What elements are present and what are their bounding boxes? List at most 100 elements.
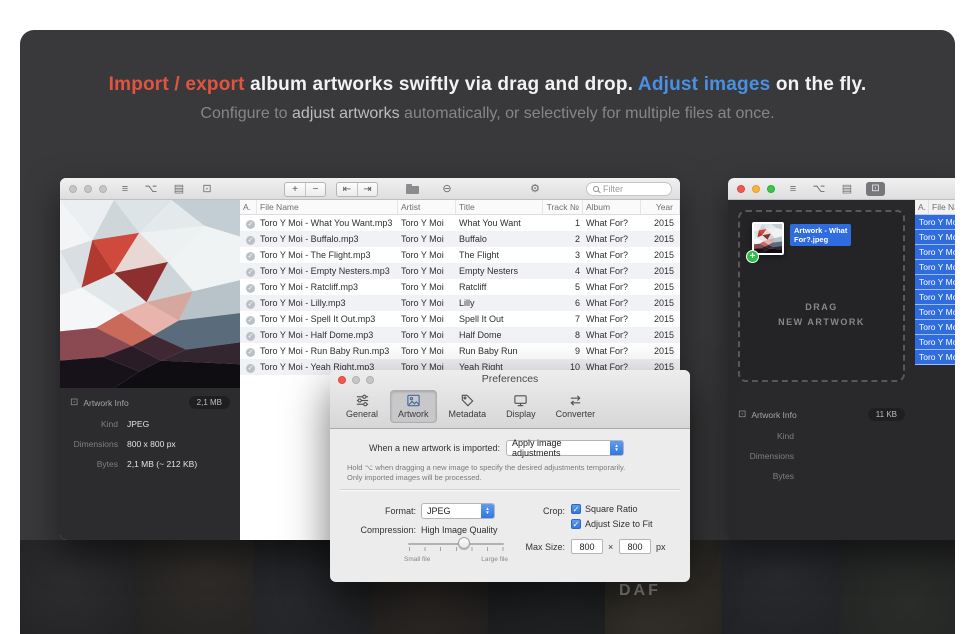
selected-file-row[interactable]: Toro Y Moi - Lilly.mp3 [915, 290, 955, 305]
filter-field[interactable]: Filter [586, 182, 672, 196]
folder-icon[interactable] [406, 186, 419, 194]
artwork-info-row: Kind JPEG [70, 419, 230, 429]
redo-button[interactable]: ⇥ [357, 183, 377, 196]
close-button[interactable] [69, 185, 77, 193]
col-a[interactable]: A. [240, 200, 257, 214]
add-remove-segment: + − [284, 182, 326, 197]
close-button[interactable] [737, 185, 745, 193]
artwork-drop-zone[interactable]: DRAG NEW ARTWORK + Artwork - What For?.j… [738, 210, 905, 382]
minimize-button[interactable] [84, 185, 92, 193]
table-row[interactable]: ✓ Toro Y Moi - Ratcliff.mp3 Toro Y Moi R… [240, 279, 680, 295]
tab-metadata[interactable]: Metadata [441, 390, 495, 423]
col-file-name[interactable]: File Name [929, 200, 955, 214]
table-header: A. File Name Artist Title Track № Album … [240, 200, 680, 215]
list-view-icon[interactable]: ≡ [784, 178, 802, 200]
table-row[interactable]: ✓ Toro Y Moi - Empty Nesters.mp3 Toro Y … [240, 263, 680, 279]
slider-knob[interactable] [458, 537, 470, 549]
selected-file-row[interactable]: Toro Y Moi - Ratcliff.mp3 [915, 275, 955, 290]
col-file-name[interactable]: File Name [257, 200, 398, 214]
headline: Import / export album artworks swiftly v… [20, 74, 955, 96]
crop-option-square[interactable]: ✓ Square Ratio [571, 504, 638, 514]
zoom-button[interactable] [767, 185, 775, 193]
selected-file-row[interactable]: Toro Y Moi - Buffalo.mp3 [915, 230, 955, 245]
artwork-panel-icon[interactable]: ⊡ [198, 178, 216, 200]
help-text: Hold ⌥ when dragging a new image to spec… [347, 463, 676, 483]
right-window-body: DRAG NEW ARTWORK + Artwork - What For?.j… [728, 200, 955, 540]
checkbox-checked[interactable]: ✓ [571, 504, 581, 514]
imported-popup[interactable]: Apply image adjustments ▲▼ [506, 440, 624, 456]
saved-check-icon: ✓ [246, 300, 255, 309]
gear-icon[interactable]: ⚙ [526, 178, 544, 200]
col-year[interactable]: Year [641, 200, 680, 214]
window-title: Preferences [330, 370, 690, 389]
selected-file-row[interactable]: Toro Y Moi - Yeah Right.mp3 [915, 350, 955, 365]
col-a[interactable]: A. [915, 200, 929, 214]
table-row[interactable]: ✓ Toro Y Moi - Buffalo.mp3 Toro Y Moi Bu… [240, 231, 680, 247]
tab-display[interactable]: Display [498, 390, 544, 423]
selected-file-row[interactable]: Toro Y Moi - The Flight.mp3 [915, 245, 955, 260]
max-height-field[interactable]: 800 [619, 539, 651, 554]
saved-check-icon: ✓ [246, 252, 255, 261]
saved-check-icon: ✓ [246, 220, 255, 229]
selected-file-row[interactable]: Toro Y Moi - Empty Nesters.mp3 [915, 260, 955, 275]
faded-album-text: DAF [619, 582, 661, 600]
selected-file-row[interactable]: Toro Y Moi - What You Want.mp3 [915, 215, 955, 230]
col-artist[interactable]: Artist [398, 200, 456, 214]
headline-accent-red: Import / export [109, 74, 245, 95]
rename-actions-icon[interactable]: ⌥ [142, 178, 160, 200]
crop-option-fit[interactable]: ✓ Adjust Size to Fit [571, 519, 653, 529]
imported-label: When a new artwork is imported: [330, 443, 500, 453]
remove-files-button[interactable]: − [305, 183, 325, 196]
checkbox-checked[interactable]: ✓ [571, 519, 581, 529]
undo-redo-segment: ⇤ ⇥ [336, 182, 378, 197]
undo-button[interactable]: ⇤ [337, 183, 357, 196]
tab-artwork[interactable]: Artwork [390, 390, 437, 423]
minimize-button[interactable] [752, 185, 760, 193]
convert-arrows-icon [568, 393, 583, 408]
tab-general[interactable]: General [338, 390, 386, 423]
col-track[interactable]: Track № [543, 200, 583, 214]
artwork-preview[interactable] [60, 200, 240, 388]
table-row[interactable]: ✓ Toro Y Moi - What You Want.mp3 Toro Y … [240, 215, 680, 231]
dragged-file-label: Artwork - What For?.jpeg [790, 224, 851, 246]
table-row[interactable]: ✓ Toro Y Moi - Run Baby Run.mp3 Toro Y M… [240, 343, 680, 359]
eject-icon[interactable]: ⊖ [438, 178, 456, 200]
headline-accent-blue: Adjust images [638, 74, 770, 95]
col-title[interactable]: Title [456, 200, 543, 214]
drop-zone-hint: DRAG NEW ARTWORK [740, 300, 903, 330]
max-width-field[interactable]: 800 [571, 539, 603, 554]
zoom-button[interactable] [366, 376, 374, 384]
table-row[interactable]: ✓ Toro Y Moi - Spell It Out.mp3 Toro Y M… [240, 311, 680, 327]
artwork-drop-column: DRAG NEW ARTWORK + Artwork - What For?.j… [728, 200, 915, 540]
selected-file-row[interactable]: Toro Y Moi - Half Dome.mp3 [915, 320, 955, 335]
table-row[interactable]: ✓ Toro Y Moi - Half Dome.mp3 Toro Y Moi … [240, 327, 680, 343]
dragged-artwork-thumbnail[interactable] [752, 222, 784, 255]
artwork-thumbnail-image [754, 224, 782, 253]
selected-file-row[interactable]: Toro Y Moi - Spell It Out.mp3 [915, 305, 955, 320]
metadata-panel-icon[interactable]: ▤ [838, 178, 856, 200]
divider [340, 489, 680, 491]
zoom-button[interactable] [99, 185, 107, 193]
selected-file-row[interactable]: Toro Y Moi - Run Baby Run.mp3 [915, 335, 955, 350]
rename-actions-icon[interactable]: ⌥ [810, 178, 828, 200]
saved-check-icon: ✓ [246, 316, 255, 325]
filter-placeholder: Filter [603, 183, 623, 195]
traffic-lights [737, 185, 775, 193]
saved-check-icon: ✓ [246, 364, 255, 373]
table-row[interactable]: ✓ Toro Y Moi - Lilly.mp3 Toro Y Moi Lill… [240, 295, 680, 311]
table-row[interactable]: ✓ Toro Y Moi - The Flight.mp3 Toro Y Moi… [240, 247, 680, 263]
list-view-icon[interactable]: ≡ [116, 178, 134, 200]
artwork-info-panel: ⊡ Artwork Info 11 KB Kind Dimensions [728, 400, 915, 489]
add-files-button[interactable]: + [285, 183, 305, 196]
size-badge: 2,1 MB [189, 396, 230, 409]
dark-panel: Import / export album artworks swiftly v… [20, 30, 955, 634]
selected-files-table: A. File Name Toro Y Moi - What You Want.… [915, 200, 955, 540]
minimize-button[interactable] [352, 376, 360, 384]
metadata-panel-icon[interactable]: ▤ [170, 178, 188, 200]
artwork-panel-icon-selected[interactable]: ⊡ [866, 182, 885, 196]
close-button[interactable] [338, 376, 346, 384]
compression-value: High Image Quality [421, 525, 498, 535]
tag-icon [460, 393, 475, 408]
col-album[interactable]: Album [583, 200, 641, 214]
tab-converter[interactable]: Converter [548, 390, 604, 423]
